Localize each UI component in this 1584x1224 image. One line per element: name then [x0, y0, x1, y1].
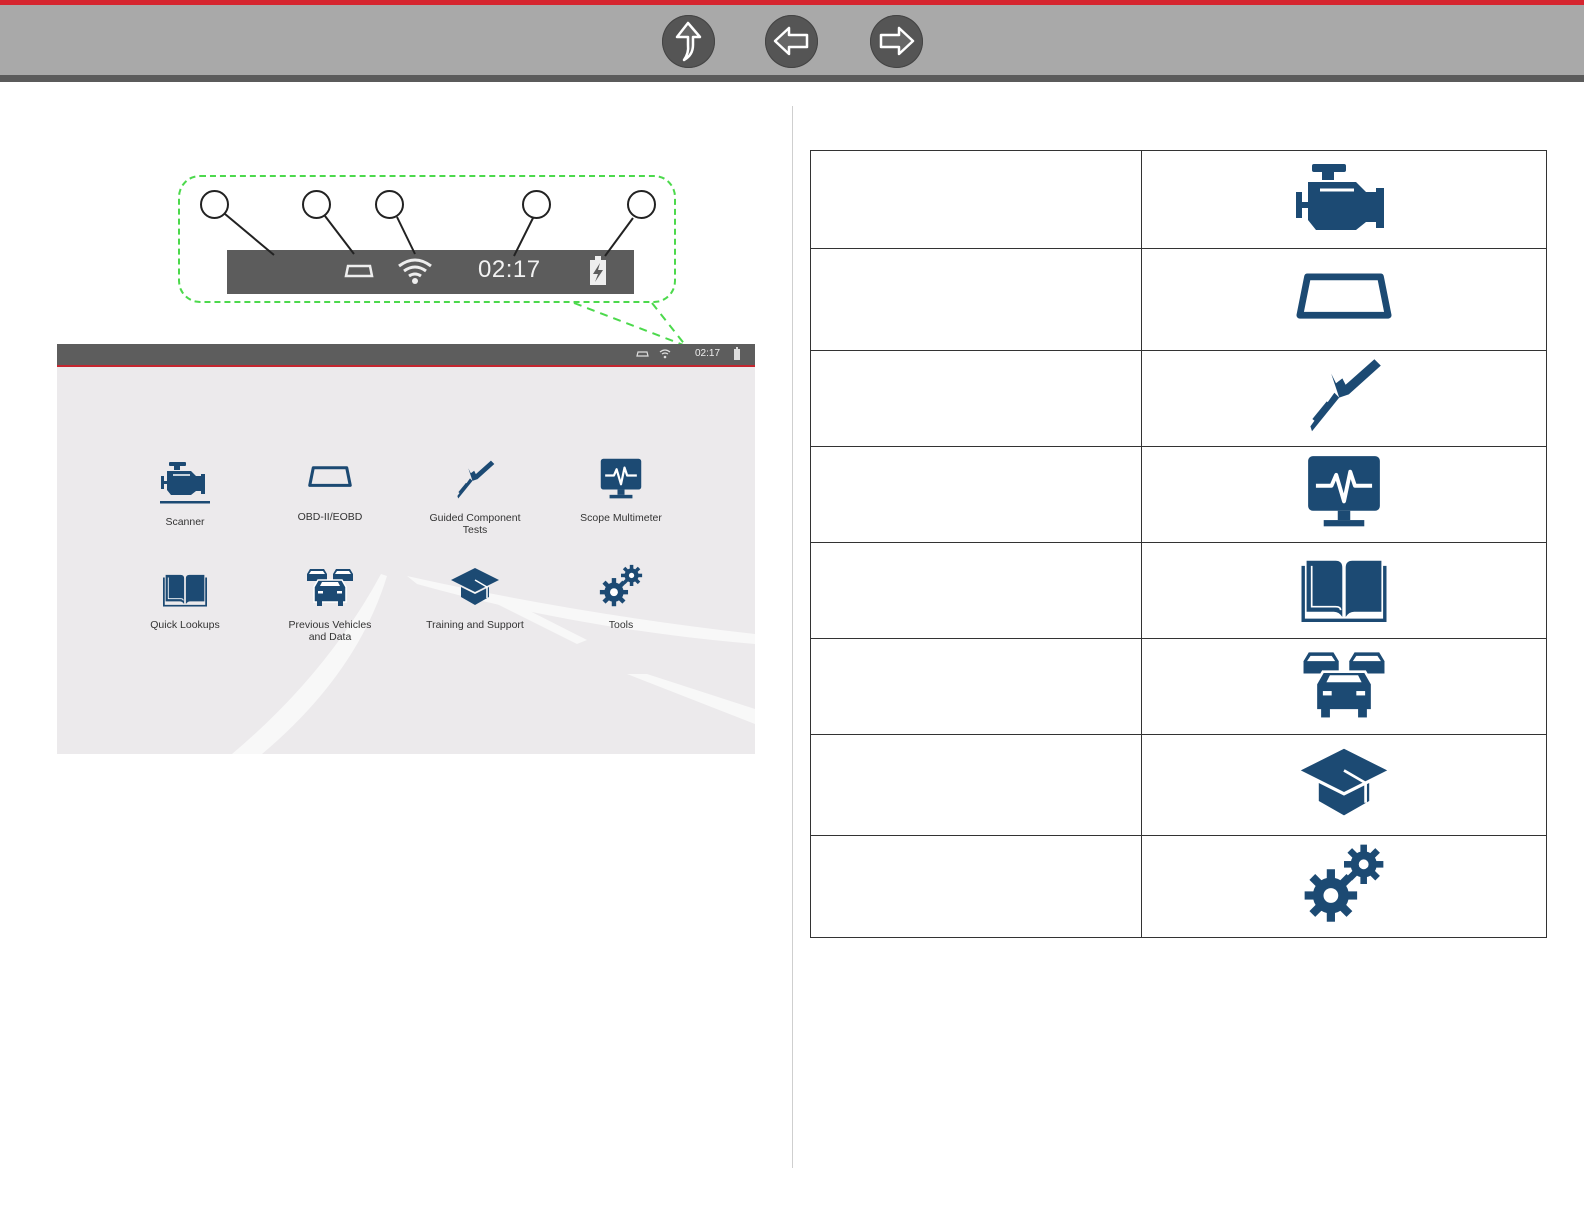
forward-button[interactable] [870, 15, 923, 68]
icon-description-table [810, 150, 1547, 938]
table-row [810, 248, 1547, 351]
table-icon-cell [1141, 248, 1547, 351]
app-scanner[interactable]: Scanner [115, 461, 255, 528]
home-button[interactable] [662, 15, 715, 68]
road-background [232, 574, 755, 754]
table-icon-cell [1141, 542, 1547, 639]
table-description-cell [810, 150, 1142, 249]
table-description-cell [810, 835, 1142, 938]
table-row [810, 638, 1547, 735]
table-description-cell [810, 446, 1142, 543]
table-row [810, 734, 1547, 836]
app-scope-multimeter[interactable]: Scope Multimeter [551, 457, 691, 524]
zoomed-status-time: 02:17 [478, 256, 541, 283]
callout-marker-1 [200, 190, 229, 219]
battery-charging-icon [590, 256, 606, 285]
table-description-cell [810, 248, 1142, 351]
table-icon-cell [1141, 446, 1547, 543]
table-icon-cell [1141, 638, 1547, 735]
table-description-cell [810, 350, 1142, 447]
graduation-cap-icon [1299, 747, 1389, 819]
connector-icon [344, 264, 374, 278]
app-label: Training and Support [426, 619, 524, 631]
scope-monitor-icon [1305, 453, 1383, 531]
vehicles-icon [1300, 648, 1388, 720]
table-row [810, 542, 1547, 639]
callout-marker-2 [302, 190, 331, 219]
app-label: Quick Lookups [150, 619, 220, 631]
table-icon-cell [1141, 835, 1547, 938]
table-description-cell [810, 734, 1142, 836]
nav-bar-underline [0, 75, 1584, 82]
book-icon [1301, 554, 1387, 622]
app-training-and-support[interactable]: Training and Support [405, 566, 545, 631]
graduation-cap-icon [450, 566, 500, 608]
up-arrow-icon [675, 21, 702, 62]
app-previous-vehicles-and-data[interactable]: Previous Vehicles and Data [260, 566, 400, 643]
zoomed-status-bar [227, 250, 634, 294]
column-divider [792, 106, 793, 1168]
app-label: Scope Multimeter [580, 512, 662, 524]
status-time: 02:17 [695, 348, 721, 359]
callout-marker-4 [522, 190, 551, 219]
table-icon-cell [1141, 150, 1547, 249]
vehicles-icon [305, 566, 355, 608]
table-row [810, 350, 1547, 447]
callout-marker-5 [627, 190, 656, 219]
scope-monitor-icon [599, 457, 643, 501]
battery-charging-icon [734, 347, 740, 360]
engine-icon [1294, 162, 1394, 232]
app-label: Previous Vehicles and Data [288, 619, 372, 643]
wifi-icon [659, 349, 671, 359]
gears-icon [1299, 843, 1389, 925]
obd-connector-icon [1295, 273, 1393, 321]
table-row [810, 150, 1547, 249]
back-button[interactable] [765, 15, 818, 68]
app-label: Scanner [165, 516, 205, 528]
wifi-icon [398, 258, 432, 284]
obd-connector-icon [307, 466, 353, 488]
table-row [810, 835, 1547, 938]
status-bar: 02:17 [57, 344, 755, 367]
app-tools[interactable]: Tools [551, 564, 691, 631]
right-arrow-icon [879, 26, 915, 56]
app-quick-lookups[interactable]: Quick Lookups [115, 570, 255, 631]
table-description-cell [810, 638, 1142, 735]
app-obd-ii-eobd[interactable]: OBD-II/EOBD [260, 466, 400, 523]
app-label: Tools [608, 619, 634, 631]
engine-icon [160, 461, 210, 504]
app-label: Guided Component Tests [429, 512, 521, 536]
gears-icon [599, 564, 643, 608]
left-arrow-icon [773, 26, 809, 56]
probe-icon [454, 459, 496, 501]
probe-icon [1304, 356, 1384, 436]
callout-marker-3 [375, 190, 404, 219]
book-icon [163, 570, 207, 608]
top-navigation-bar [0, 0, 1584, 82]
table-icon-cell [1141, 350, 1547, 447]
table-row [810, 446, 1547, 543]
app-label: OBD-II/EOBD [297, 511, 363, 523]
tablet-home-screen: 02:17 Scanner OBD-II/EOBD Guided Compone… [57, 344, 755, 754]
table-icon-cell [1141, 734, 1547, 836]
connector-icon [636, 351, 649, 357]
app-guided-component-tests[interactable]: Guided Component Tests [405, 459, 545, 536]
table-description-cell [810, 542, 1142, 639]
